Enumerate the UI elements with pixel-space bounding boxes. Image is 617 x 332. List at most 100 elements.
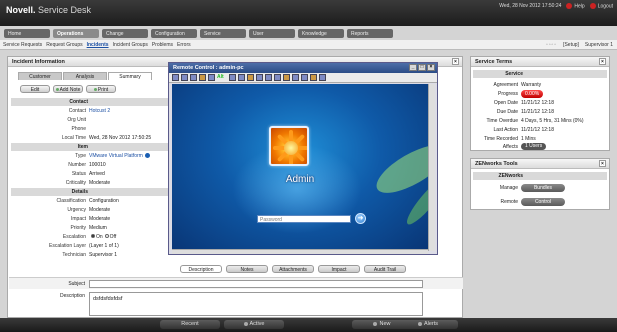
tab-home[interactable]: Home bbox=[4, 29, 50, 38]
add-note-button[interactable]: Add Note bbox=[53, 85, 83, 93]
toolbar-button-icon[interactable] bbox=[199, 74, 206, 81]
subnav-incident-groups[interactable]: Incident Groups bbox=[113, 42, 148, 48]
close-window-icon[interactable]: × bbox=[427, 64, 435, 71]
open-date-label: Open Date bbox=[493, 99, 518, 106]
criticality-label: Criticality bbox=[65, 179, 86, 186]
row-contact: Contact Hotcust 2 bbox=[11, 106, 168, 115]
user-avatar bbox=[269, 126, 309, 166]
brand-logo: Novell. Service Desk bbox=[6, 5, 91, 15]
incident-panel-title: Incident Information bbox=[12, 59, 65, 65]
close-icon[interactable]: × bbox=[599, 58, 606, 65]
impact-value: Moderate bbox=[89, 215, 111, 222]
main-nav: Home Operations Change Configuration Ser… bbox=[4, 29, 393, 38]
description-field[interactable]: dsfdsfdsfdsf bbox=[89, 292, 423, 316]
tab-analysis[interactable]: Analysis bbox=[63, 72, 107, 80]
recent-button[interactable]: Recent bbox=[160, 320, 220, 329]
row-open-date: Open Date 11/21/12 12:18 bbox=[473, 98, 607, 107]
tab-customer[interactable]: Customer bbox=[18, 72, 62, 80]
edit-button[interactable]: Edit bbox=[20, 85, 50, 93]
subnav-errors[interactable]: Errors bbox=[177, 42, 191, 48]
close-icon[interactable]: × bbox=[452, 58, 459, 65]
type-link[interactable]: VMware Virtual Platform bbox=[89, 153, 143, 159]
alt-key-button[interactable]: Alt bbox=[217, 74, 227, 81]
toolbar-button-icon[interactable] bbox=[172, 74, 179, 81]
subnav-service-requests[interactable]: Service Requests bbox=[3, 42, 42, 48]
tab-impact[interactable]: Impact bbox=[318, 265, 360, 273]
toolbar-button-icon[interactable] bbox=[190, 74, 197, 81]
alerts-button[interactable]: Alerts bbox=[398, 320, 458, 329]
toolbar-button-icon[interactable] bbox=[256, 74, 263, 81]
page-tools-icons[interactable]: ▫▫▫▫ bbox=[546, 42, 557, 48]
new-icon bbox=[373, 321, 378, 326]
active-button[interactable]: Active bbox=[224, 320, 284, 329]
toolbar-button-icon[interactable] bbox=[247, 74, 254, 81]
active-icon bbox=[243, 321, 248, 326]
bundles-button[interactable]: Bundles bbox=[521, 183, 565, 192]
setup-link[interactable]: [Setup] bbox=[563, 42, 579, 48]
tab-knowledge[interactable]: Knowledge bbox=[298, 29, 344, 38]
subnav-problems[interactable]: Problems bbox=[152, 42, 173, 48]
due-date-label: Due Date bbox=[496, 108, 518, 115]
print-button[interactable]: Print bbox=[86, 85, 116, 93]
toolbar-button-icon[interactable] bbox=[292, 74, 299, 81]
login-arrow-icon[interactable]: ➜ bbox=[355, 213, 366, 224]
help-link[interactable]: Help bbox=[566, 3, 585, 9]
remote-desktop-screen[interactable]: Admin Password ➜ bbox=[172, 84, 428, 251]
tab-summary[interactable]: Summary bbox=[108, 72, 152, 80]
minimize-icon[interactable]: _ bbox=[409, 64, 417, 71]
password-input[interactable]: Password bbox=[257, 215, 351, 223]
toolbar-button-icon[interactable] bbox=[319, 74, 326, 81]
tab-reports[interactable]: Reports bbox=[347, 29, 393, 38]
remote-control-window[interactable]: Remote Control : admin-pc _ □ × Alt Admi… bbox=[168, 62, 438, 255]
toolbar-button-icon[interactable] bbox=[265, 74, 272, 81]
row-urgency: Urgency Moderate bbox=[11, 205, 168, 214]
row-agreement: Agreement Warranty bbox=[473, 80, 607, 89]
tab-service[interactable]: Service bbox=[200, 29, 246, 38]
last-action-value: 11/21/12 12:18 bbox=[521, 126, 554, 133]
tab-user[interactable]: User bbox=[249, 29, 295, 38]
type-value[interactable]: VMware Virtual Platform bbox=[89, 153, 168, 159]
row-local-time: Local Time Wed, 28 Nov 2012 17:50:25 bbox=[11, 133, 168, 142]
affects-badge[interactable]: 1 Users bbox=[521, 143, 547, 150]
toolbar-button-icon[interactable] bbox=[274, 74, 281, 81]
contact-link[interactable]: Hotcust 2 bbox=[89, 108, 168, 114]
toolbar-button-icon[interactable] bbox=[208, 74, 215, 81]
toolbar-button-icon[interactable] bbox=[238, 74, 245, 81]
tab-notes[interactable]: Notes bbox=[226, 265, 268, 273]
vertical-scrollbar[interactable] bbox=[428, 84, 435, 251]
toolbar-button-icon[interactable] bbox=[283, 74, 290, 81]
due-date-value: 11/21/12 12:18 bbox=[521, 108, 554, 115]
escalation-off-label: Off bbox=[109, 233, 117, 240]
progress-label: Progress bbox=[497, 90, 518, 97]
toolbar-button-icon[interactable] bbox=[181, 74, 188, 81]
toolbar-button-icon[interactable] bbox=[301, 74, 308, 81]
horizontal-scrollbar[interactable] bbox=[172, 249, 428, 254]
close-icon[interactable]: × bbox=[599, 160, 606, 167]
remote-control-button[interactable]: Control bbox=[521, 197, 565, 206]
subject-field[interactable] bbox=[89, 280, 423, 288]
maximize-icon[interactable]: □ bbox=[418, 64, 426, 71]
tab-description[interactable]: Description bbox=[180, 265, 222, 273]
subnav-request-groups[interactable]: Request Groups bbox=[46, 42, 82, 48]
last-action-label: Last Action bbox=[493, 126, 518, 133]
tab-configuration[interactable]: Configuration bbox=[151, 29, 197, 38]
toolbar-button-icon[interactable] bbox=[229, 74, 236, 81]
tab-operations[interactable]: Operations bbox=[53, 29, 99, 38]
tab-audit-trail[interactable]: Audit Trail bbox=[364, 265, 406, 273]
info-icon[interactable] bbox=[144, 152, 150, 158]
number-label: Number bbox=[68, 161, 86, 168]
row-criticality: Criticality Moderate bbox=[11, 178, 168, 187]
sub-nav: Service Requests Request Groups Incident… bbox=[3, 42, 191, 48]
tab-change[interactable]: Change bbox=[102, 29, 148, 38]
subnav-incidents[interactable]: Incidents bbox=[87, 42, 109, 48]
zenworks-title: ZENworks Tools bbox=[475, 161, 518, 167]
remote-control-titlebar[interactable]: Remote Control : admin-pc _ □ × bbox=[169, 63, 437, 73]
escalation-off-radio[interactable] bbox=[104, 234, 109, 239]
description-row: Description dsfdsfdsfdsf bbox=[9, 290, 463, 318]
priority-value: Medium bbox=[89, 224, 107, 231]
escalation-on-radio[interactable] bbox=[91, 234, 95, 239]
logout-link[interactable]: Logout bbox=[589, 3, 613, 9]
tab-attachments[interactable]: Attachments bbox=[272, 265, 314, 273]
toolbar-button-icon[interactable] bbox=[310, 74, 317, 81]
row-due-date: Due Date 11/21/12 12:18 bbox=[473, 107, 607, 116]
